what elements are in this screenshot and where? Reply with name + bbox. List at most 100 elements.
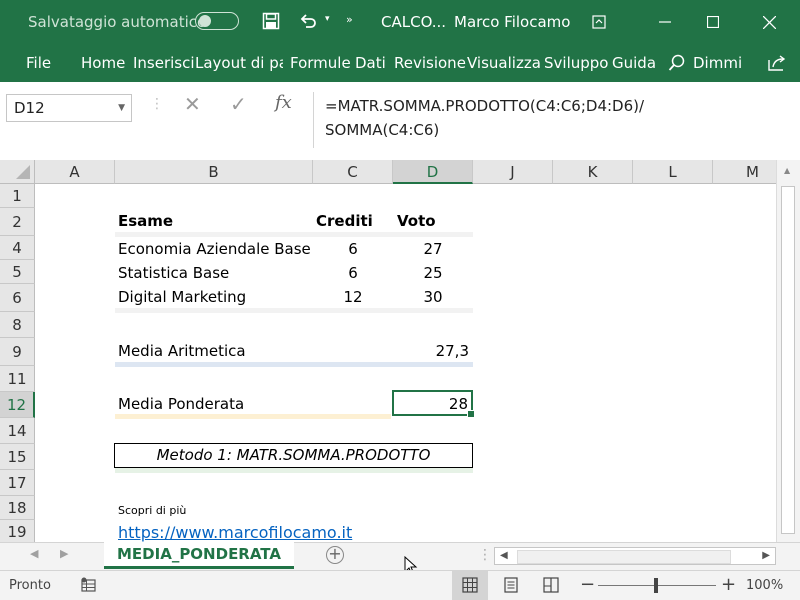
zoom-in-icon[interactable]: + <box>721 574 736 595</box>
tab-file[interactable]: File <box>26 44 51 82</box>
close-icon[interactable] <box>746 0 792 44</box>
enter-icon[interactable]: ✓ <box>230 92 247 116</box>
scroll-left-icon[interactable]: ◀ <box>500 550 508 561</box>
worksheet-grid[interactable]: A B C D J K L M 1 2 4 5 6 8 9 11 12 14 1… <box>0 160 776 542</box>
vertical-scroll-thumb[interactable] <box>781 186 795 534</box>
column-header-k[interactable]: K <box>553 160 633 184</box>
tab-visualizza[interactable]: Visualizza <box>467 44 541 82</box>
header-band <box>115 232 473 237</box>
column-header-l[interactable]: L <box>633 160 713 184</box>
row-header-5[interactable]: 5 <box>0 260 35 284</box>
name-box[interactable]: D12 ▼ <box>6 94 132 122</box>
header-crediti[interactable]: Crediti <box>316 212 373 230</box>
sheet-tabs-bar: ◀ ▶ MEDIA_PONDERATA + ⋮ ◀ ▶ <box>0 542 800 571</box>
sheet-next-icon[interactable]: ▶ <box>60 547 68 560</box>
page-layout-view-icon[interactable] <box>503 577 519 597</box>
row-header-12[interactable]: 12 <box>0 392 35 418</box>
status-bar: Pronto − + 100% <box>0 570 800 600</box>
media-ponderata-value: 28 <box>448 395 468 413</box>
maximize-icon[interactable] <box>690 0 736 44</box>
normal-view-button[interactable] <box>452 571 488 600</box>
sheet-tab-media-ponderata[interactable]: MEDIA_PONDERATA <box>104 542 294 569</box>
column-header-c[interactable]: C <box>313 160 393 184</box>
exam-crediti-3[interactable]: 12 <box>313 288 393 306</box>
exam-name-2[interactable]: Statistica Base <box>118 264 229 282</box>
column-header-m[interactable]: M <box>713 160 776 184</box>
formula-line-2: SOMMA(C4:C6) <box>325 121 440 139</box>
horizontal-scroll-thumb[interactable] <box>517 550 731 564</box>
vertical-scrollbar[interactable]: ▲ <box>776 160 800 542</box>
media-aritmetica-value[interactable]: 27,3 <box>393 342 469 360</box>
horizontal-scrollbar[interactable]: ◀ ▶ <box>494 547 776 565</box>
tab-layout[interactable]: Layout di pa <box>195 44 283 82</box>
status-text: Pronto <box>9 578 51 593</box>
tab-splitter-icon[interactable]: ⋮ <box>478 547 492 563</box>
tab-home[interactable]: Home <box>81 44 125 82</box>
row-header-11[interactable]: 11 <box>0 366 35 392</box>
row-header-8[interactable]: 8 <box>0 312 35 338</box>
website-link[interactable]: https://www.marcofilocamo.it <box>118 523 352 542</box>
splitter-icon[interactable]: ⋮ <box>150 96 164 120</box>
row-header-19[interactable]: 19 <box>0 520 35 542</box>
exam-crediti-1[interactable]: 6 <box>313 240 393 258</box>
exam-name-3[interactable]: Digital Marketing <box>118 288 246 306</box>
select-all-corner[interactable] <box>0 160 35 184</box>
metodo-band <box>115 468 473 473</box>
exam-voto-2[interactable]: 25 <box>393 264 473 282</box>
scroll-up-icon[interactable]: ▲ <box>784 166 790 175</box>
lightbulb-search-icon[interactable] <box>668 54 686 76</box>
exam-voto-3[interactable]: 30 <box>393 288 473 306</box>
save-icon[interactable] <box>262 12 280 34</box>
exam-name-1[interactable]: Economia Aziendale Base <box>118 240 311 258</box>
sheet-prev-icon[interactable]: ◀ <box>30 547 38 560</box>
user-name[interactable]: Marco Filocamo <box>454 0 570 44</box>
minimize-icon[interactable] <box>642 0 688 44</box>
media-aritmetica-label[interactable]: Media Aritmetica <box>118 342 246 360</box>
insert-function-icon[interactable]: fx <box>275 92 292 113</box>
row-header-2[interactable]: 2 <box>0 208 35 236</box>
tab-formule[interactable]: Formule <box>290 44 351 82</box>
fill-handle[interactable] <box>467 410 475 418</box>
row-header-17[interactable]: 17 <box>0 470 35 496</box>
exam-voto-1[interactable]: 27 <box>393 240 473 258</box>
row-header-6[interactable]: 6 <box>0 284 35 312</box>
scroll-right-icon[interactable]: ▶ <box>762 550 770 561</box>
cancel-icon[interactable]: ✕ <box>184 92 201 116</box>
row-header-9[interactable]: 9 <box>0 338 35 366</box>
selected-cell-d12[interactable]: 28 <box>392 390 475 418</box>
undo-icon[interactable] <box>298 11 318 35</box>
chevron-down-icon[interactable]: ▼ <box>118 95 125 121</box>
tab-revisione[interactable]: Revisione <box>394 44 466 82</box>
tab-inserisci[interactable]: Inserisci <box>133 44 195 82</box>
row-header-14[interactable]: 14 <box>0 418 35 444</box>
row-header-1[interactable]: 1 <box>0 184 35 208</box>
add-sheet-icon[interactable]: + <box>326 546 344 564</box>
column-header-d[interactable]: D <box>393 160 473 184</box>
row-header-18[interactable]: 18 <box>0 496 35 520</box>
page-break-view-icon[interactable] <box>543 577 559 597</box>
column-header-a[interactable]: A <box>35 160 115 184</box>
macro-record-icon[interactable] <box>81 577 97 597</box>
metodo-box[interactable]: Metodo 1: MATR.SOMMA.PRODOTTO <box>114 443 473 468</box>
column-header-b[interactable]: B <box>115 160 313 184</box>
formula-input[interactable]: =MATR.SOMMA.PRODOTTO(C4:C6;D4:D6)/ SOMMA… <box>325 94 785 142</box>
row-header-4[interactable]: 4 <box>0 236 35 260</box>
undo-dropdown-icon[interactable]: ▾ <box>325 14 330 24</box>
tab-sviluppo[interactable]: Sviluppo <box>544 44 608 82</box>
zoom-level[interactable]: 100% <box>746 578 783 593</box>
row-header-15[interactable]: 15 <box>0 444 35 470</box>
more-commands-icon[interactable]: » <box>346 13 353 26</box>
ribbon-display-options-icon[interactable] <box>576 0 622 44</box>
zoom-slider-thumb[interactable] <box>654 578 658 593</box>
column-header-j[interactable]: J <box>473 160 553 184</box>
tab-dati[interactable]: Dati <box>355 44 386 82</box>
zoom-out-icon[interactable]: − <box>580 574 595 595</box>
media-ponderata-label[interactable]: Media Ponderata <box>118 395 244 413</box>
share-icon[interactable] <box>767 54 787 76</box>
header-esame[interactable]: Esame <box>118 212 173 230</box>
autosave-toggle[interactable] <box>195 12 239 30</box>
tell-me-box[interactable]: Dimmi <box>693 44 742 82</box>
tab-guida[interactable]: Guida <box>612 44 656 82</box>
exam-crediti-2[interactable]: 6 <box>313 264 393 282</box>
header-voto[interactable]: Voto <box>397 212 436 230</box>
